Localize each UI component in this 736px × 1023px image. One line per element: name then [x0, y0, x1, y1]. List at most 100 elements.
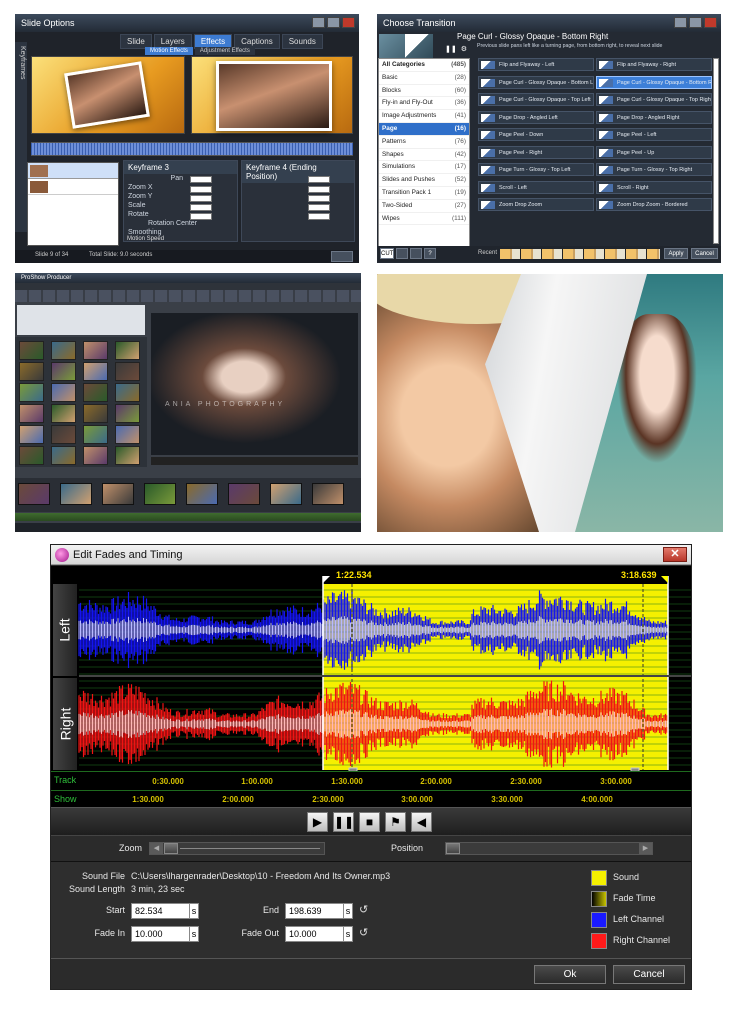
cut-button[interactable]: CUT — [380, 248, 394, 259]
preview-end[interactable] — [191, 56, 353, 134]
pause-button[interactable]: ❚❚ — [333, 812, 354, 832]
done-button[interactable] — [331, 251, 353, 262]
transition-item[interactable]: Page Curl - Glossy Opaque - Top Right — [596, 93, 712, 106]
transition-item[interactable]: Page Curl - Glossy Opaque - Bottom Right — [596, 75, 712, 89]
transition-item[interactable]: Page Curl - Glossy Opaque - Bottom Left — [478, 75, 594, 89]
transition-item[interactable]: Page Drop - Angled Left — [478, 110, 594, 124]
transition-item[interactable]: Page Drop - Angled Right — [596, 110, 712, 124]
rotate-input[interactable] — [190, 213, 212, 220]
transition-item[interactable]: Zoom Drop Zoom - Bordered — [596, 198, 712, 211]
image-thumbnail[interactable] — [83, 341, 108, 360]
slide-thumbnail[interactable] — [102, 483, 134, 505]
waveform-area[interactable]: 1:22.534 3:18.639 Left Right Track 0:30.… — [51, 566, 691, 809]
zoom-x-input[interactable] — [190, 186, 212, 193]
image-thumbnail[interactable] — [19, 404, 44, 423]
start-marker-icon[interactable] — [323, 576, 330, 583]
transition-item[interactable]: Flip and Flyaway - Left — [478, 58, 594, 71]
close-button[interactable] — [342, 17, 355, 28]
stop-button[interactable]: ■ — [359, 812, 380, 832]
scale-input[interactable] — [190, 204, 212, 211]
zoom-slider-knob[interactable] — [164, 843, 178, 854]
close-button[interactable] — [704, 17, 717, 28]
fade-in-input[interactable]: 10.000 — [131, 926, 191, 942]
pause-icon[interactable]: ❚❚ — [445, 45, 457, 53]
slide-thumbnail[interactable] — [312, 483, 344, 505]
category-item[interactable]: Page (16) — [379, 122, 469, 136]
image-thumbnail[interactable] — [51, 341, 76, 360]
position-slider[interactable]: ▶ — [445, 842, 653, 855]
end-input[interactable]: 198.639 — [285, 903, 345, 919]
minimize-button[interactable] — [312, 17, 325, 28]
transition-item[interactable]: Flip and Flyaway - Right — [596, 58, 712, 71]
transition-item[interactable]: Scroll - Left — [478, 180, 594, 194]
position-right-arrow-icon[interactable]: ▶ — [639, 843, 652, 854]
slide-thumbnail[interactable] — [144, 483, 176, 505]
zoom-slider[interactable]: ◀ — [149, 842, 325, 855]
transition-cancel-button[interactable]: Cancel — [691, 248, 718, 259]
transition-item[interactable]: Page Turn - Glossy - Top Left — [478, 163, 594, 176]
recent-2-button[interactable] — [410, 248, 422, 259]
set-end-button[interactable]: ◀ — [411, 812, 432, 832]
play-button[interactable]: ▶ — [307, 812, 328, 832]
image-thumbnail[interactable] — [83, 404, 108, 423]
category-item[interactable]: Slides and Pushes (52) — [379, 174, 469, 187]
category-item[interactable]: Shapes (42) — [379, 149, 469, 162]
pan-input[interactable] — [190, 176, 212, 183]
image-thumbnail[interactable] — [19, 341, 44, 360]
image-thumbnail[interactable] — [83, 425, 108, 444]
image-thumbnail[interactable] — [19, 362, 44, 381]
image-thumbnail[interactable] — [83, 446, 108, 465]
zoom-y-input[interactable] — [190, 195, 212, 202]
end-rotate-input[interactable] — [308, 213, 330, 220]
image-thumbnail[interactable] — [115, 383, 140, 402]
transition-item[interactable]: Page Peel - Down — [478, 128, 594, 141]
image-thumbnail[interactable] — [19, 425, 44, 444]
image-thumbnail[interactable] — [19, 383, 44, 402]
gear-icon[interactable]: ⚙ — [461, 45, 467, 53]
image-thumbnail[interactable] — [51, 446, 76, 465]
category-item[interactable]: All Categories (485) — [379, 59, 469, 72]
cancel-button[interactable]: Cancel — [613, 965, 685, 984]
reset-end-icon[interactable]: ↺ — [359, 903, 368, 916]
end-marker-icon[interactable] — [661, 576, 668, 583]
category-item[interactable]: Image Adjustments (41) — [379, 110, 469, 123]
image-thumbnail[interactable] — [83, 383, 108, 402]
image-thumbnail[interactable] — [51, 404, 76, 423]
category-item[interactable]: Fly-in and Fly-Out (36) — [379, 97, 469, 111]
image-thumbnail[interactable] — [115, 425, 140, 444]
category-item[interactable]: Transition Pack 1 (19) — [379, 187, 469, 200]
layer-item-2[interactable] — [28, 179, 118, 195]
slide-thumbnail[interactable] — [228, 483, 260, 505]
image-thumbnail[interactable] — [51, 362, 76, 381]
maximize-button[interactable] — [689, 17, 702, 28]
category-item[interactable]: Simulations (17) — [379, 161, 469, 175]
maximize-button[interactable] — [327, 17, 340, 28]
category-item[interactable]: Two-Sided (27) — [379, 200, 469, 213]
transition-item[interactable]: Page Peel - Left — [596, 128, 712, 141]
transition-item[interactable]: Scroll - Right — [596, 180, 712, 194]
transition-scrollbar[interactable] — [713, 58, 719, 244]
timeline-waveform[interactable] — [31, 142, 353, 156]
preview-start[interactable] — [31, 56, 185, 134]
image-thumbnail[interactable] — [115, 341, 140, 360]
reset-fade-out-icon[interactable]: ↺ — [359, 926, 368, 939]
image-thumbnail[interactable] — [83, 362, 108, 381]
main-preview[interactable]: ANIA PHOTOGRAPHY — [151, 313, 358, 455]
end-zoom-y-input[interactable] — [308, 195, 330, 202]
end-scale-input[interactable] — [308, 204, 330, 211]
subtab-adjustment-effects[interactable]: Adjustment Effects — [194, 47, 255, 55]
position-slider-knob[interactable] — [446, 843, 460, 854]
start-input[interactable]: 82.534 — [131, 903, 191, 919]
ok-button[interactable]: Ok — [534, 965, 606, 984]
transition-item[interactable]: Page Peel - Up — [596, 145, 712, 159]
image-thumbnail[interactable] — [115, 446, 140, 465]
image-thumbnail[interactable] — [115, 362, 140, 381]
recent-strip[interactable] — [500, 249, 660, 259]
category-item[interactable]: Patterns (76) — [379, 136, 469, 149]
category-item[interactable]: Basic (28) — [379, 72, 469, 85]
close-icon[interactable]: ✕ — [663, 547, 687, 562]
apply-button[interactable]: Apply — [664, 248, 688, 259]
subtab-motion-effects[interactable]: Motion Effects — [145, 47, 193, 55]
end-pan-input[interactable] — [308, 176, 330, 183]
image-thumbnail[interactable] — [51, 425, 76, 444]
